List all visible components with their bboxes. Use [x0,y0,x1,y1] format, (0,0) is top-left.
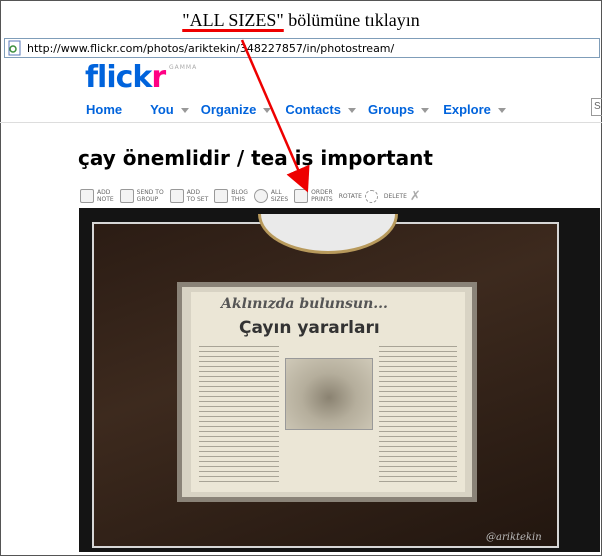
send-to-group-button[interactable]: SEND TO GROUP [119,189,164,203]
magnifier-icon [253,189,268,203]
newspaper-clipping: Aklınızda bulunsun... Çayın yararları [191,292,465,492]
order-prints-label-2: PRINTS [311,196,333,203]
add-note-label-1: ADD [97,189,111,196]
instruction-caption: "ALL SIZES" bölümüne tıklayın [0,10,602,31]
send-to-group-label-1: SEND TO [136,189,164,196]
photo-watermark: @ariktekin [486,532,542,543]
address-bar[interactable]: http://www.flickr.com/photos/ariktekin/3… [4,38,600,58]
tea-cup-image [285,358,373,430]
add-to-set-button[interactable]: ADD TO SET [169,189,209,203]
instruction-highlight: "ALL SIZES" [182,10,284,30]
header-divider [0,122,602,123]
nav-contacts-label: Contacts [285,101,341,117]
all-sizes-label-2: SIZES [270,196,289,203]
chevron-down-icon[interactable] [497,107,506,113]
clipping-headline-main: Çayın yararları [239,318,380,338]
all-sizes-label-1: ALL [270,189,282,196]
delete-label: DELETE [383,192,407,200]
nav-groups-label: Groups [367,101,415,117]
nav-explore-label: Explore [443,101,491,117]
blog-this-label-1: BLOG [231,189,248,196]
set-icon [169,189,184,203]
order-prints-button[interactable]: ORDER PRINTS [294,189,333,203]
nav-groups[interactable]: Groups [367,101,430,117]
clipping-headline-top: Aklınızda bulunsun... [221,296,388,312]
nav-home-label: Home [86,101,123,117]
add-to-set-label-2: TO SET [186,196,209,203]
flickr-logo[interactable]: flickr GAMMA [85,60,196,95]
chevron-down-icon[interactable] [421,107,430,113]
nav-explore[interactable]: Explore [443,102,506,117]
nav-organize-label: Organize [200,101,257,117]
nav-contacts[interactable]: Contacts [285,102,356,117]
nav-organize[interactable]: Organize [201,102,272,117]
send-to-group-label-2: GROUP [136,196,159,203]
photo-title: çay önemlidir / tea is important [78,146,433,170]
nav-you-label: You [150,101,174,117]
add-note-button[interactable]: ADD NOTE [80,189,114,203]
photo-toolbar: ADD NOTE SEND TO GROUP ADD TO SET BLOG THIS … [80,186,427,206]
group-icon [119,189,134,203]
search-input[interactable]: S [591,98,602,116]
chevron-down-icon[interactable] [347,107,356,113]
rotate-button[interactable]: ROTATE [338,189,378,203]
clipping-text-column [379,346,457,486]
page-icon [7,40,23,56]
order-prints-label-1: ORDER [311,189,333,196]
add-to-set-label-1: ADD [186,189,201,196]
blog-icon [214,189,229,203]
url-text[interactable]: http://www.flickr.com/photos/ariktekin/3… [27,42,394,55]
clipping-text-column [199,346,279,486]
all-sizes-button[interactable]: ALL SIZES [253,189,289,203]
main-nav: Home You Organize Contacts Groups Explor… [86,100,506,118]
rotate-icon [364,189,378,203]
chevron-down-icon[interactable] [180,107,189,113]
nav-you[interactable]: You [150,102,189,117]
logo-gamma: GAMMA [169,64,198,71]
rotate-label: ROTATE [338,192,362,200]
nav-home[interactable]: Home [86,102,122,117]
logo-flick: flick [85,60,152,95]
note-icon [80,189,94,203]
instruction-text: bölümüne tıklayın [283,10,420,30]
logo-r: r [151,60,166,95]
add-note-label-2: NOTE [97,196,114,203]
chevron-down-icon[interactable] [263,107,272,113]
blog-this-label-2: THIS [231,196,246,203]
prints-icon [294,189,309,203]
delete-button[interactable]: DELETE ✗ [384,188,421,204]
blog-this-button[interactable]: BLOG THIS [214,189,248,203]
delete-icon: ✗ [409,188,421,203]
